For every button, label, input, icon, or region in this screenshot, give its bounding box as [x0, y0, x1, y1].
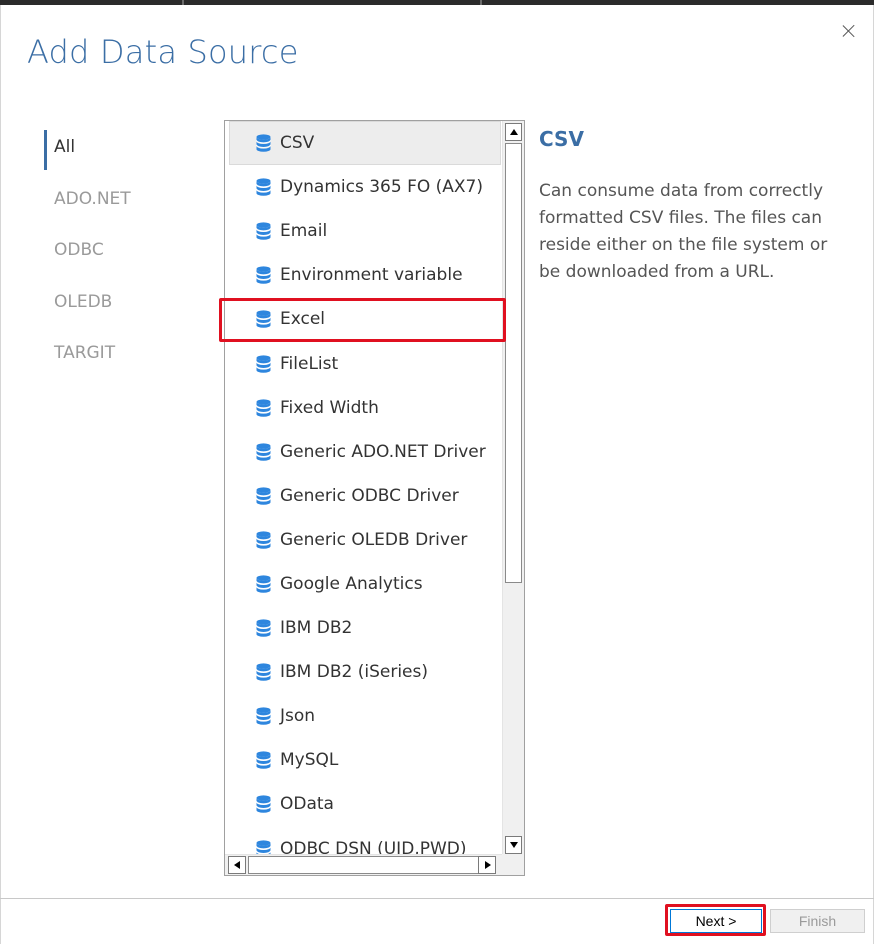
data-source-label: Environment variable [280, 265, 463, 286]
category-ado-net[interactable]: ADO.NET [44, 174, 204, 226]
data-source-label: FileList [280, 353, 339, 374]
database-icon [256, 399, 271, 417]
data-source-label: Google Analytics [280, 573, 423, 594]
data-source-item[interactable]: MySQL [225, 738, 502, 782]
finish-button[interactable]: Finish [770, 909, 865, 933]
database-icon [256, 443, 271, 461]
data-source-label: Email [280, 221, 328, 242]
database-icon [256, 751, 271, 770]
category-oledb[interactable]: OLEDB [44, 277, 204, 329]
data-source-item[interactable]: Fixed Width [225, 386, 502, 430]
database-icon [256, 266, 271, 285]
vertical-scroll-thumb[interactable] [505, 143, 522, 583]
data-source-label: Generic OLEDB Driver [280, 529, 468, 550]
category-odbc[interactable]: ODBC [44, 225, 204, 277]
detail-description: Can consume data from correctly formatte… [539, 181, 828, 282]
database-icon [256, 178, 271, 196]
scroll-right-button[interactable] [478, 856, 496, 874]
data-source-item[interactable]: ODBC DSN (UID,PWD) [225, 827, 502, 856]
data-source-label: IBM DB2 [280, 618, 353, 639]
database-icon [256, 310, 271, 329]
scroll-down-button[interactable] [505, 836, 522, 854]
data-source-item[interactable]: IBM DB2 (iSeries) [225, 650, 502, 694]
footer-divider [0, 898, 874, 899]
arrow-right-icon [485, 861, 491, 869]
data-source-label: Excel [280, 309, 326, 330]
data-source-label: OData [280, 794, 334, 815]
database-icon [256, 487, 271, 505]
data-source-label: Json [280, 706, 316, 727]
category-all[interactable]: All [44, 122, 204, 174]
detail-title: CSV [539, 127, 584, 151]
data-source-label: Generic ODBC Driver [280, 485, 459, 506]
database-icon [256, 354, 271, 373]
arrow-down-icon [510, 842, 518, 848]
data-source-item[interactable]: Google Analytics [225, 562, 502, 606]
horizontal-scrollbar[interactable] [225, 854, 502, 875]
data-source-item[interactable]: IBM DB2 [225, 606, 502, 650]
database-icon [256, 531, 271, 549]
data-source-item[interactable]: Dynamics 365 FO (AX7) [225, 165, 502, 209]
data-source-item[interactable]: Excel [225, 297, 502, 341]
data-source-label: Fixed Width [280, 397, 379, 418]
data-source-item[interactable]: Email [225, 209, 502, 253]
data-source-item[interactable]: FileList [225, 341, 502, 385]
data-source-label: IBM DB2 (iSeries) [280, 662, 428, 683]
data-source-item[interactable]: Environment variable [225, 253, 502, 297]
category-targit[interactable]: TARGIT [44, 328, 204, 380]
database-icon [256, 707, 271, 726]
data-source-item[interactable]: OData [225, 782, 502, 826]
data-source-listbox[interactable]: CSV Dynamics 365 FO (AX7) Email Environment… [224, 120, 525, 876]
arrow-up-icon [510, 129, 518, 135]
scroll-left-button[interactable] [228, 856, 246, 874]
data-source-items: CSV Dynamics 365 FO (AX7) Email Environment… [225, 121, 502, 856]
close-icon[interactable] [838, 20, 860, 42]
arrow-left-icon [234, 861, 240, 869]
data-source-item[interactable]: Generic OLEDB Driver [225, 518, 502, 562]
data-source-label: Generic ADO.NET Driver [280, 441, 486, 462]
category-list: All ADO.NET ODBC OLEDB TARGIT [44, 122, 204, 380]
dialog-title: Add Data Source [27, 33, 299, 71]
scrollbar-corner [502, 854, 524, 875]
scroll-up-button[interactable] [505, 123, 522, 141]
next-button[interactable]: Next > [670, 909, 762, 933]
data-source-item[interactable]: Json [225, 694, 502, 738]
database-icon [256, 795, 271, 814]
data-source-label: CSV [280, 133, 315, 154]
database-icon [256, 575, 271, 593]
database-icon [256, 619, 271, 637]
vertical-scrollbar[interactable] [502, 121, 524, 856]
database-icon [256, 134, 271, 152]
data-source-item[interactable]: Generic ADO.NET Driver [225, 430, 502, 474]
database-icon [256, 222, 271, 241]
data-source-label: MySQL [280, 750, 339, 771]
data-source-item[interactable]: CSV [229, 121, 501, 166]
database-icon [256, 663, 271, 681]
data-source-item[interactable]: Generic ODBC Driver [225, 474, 502, 518]
data-source-label: Dynamics 365 FO (AX7) [280, 177, 484, 198]
horizontal-scroll-thumb[interactable] [248, 856, 480, 874]
